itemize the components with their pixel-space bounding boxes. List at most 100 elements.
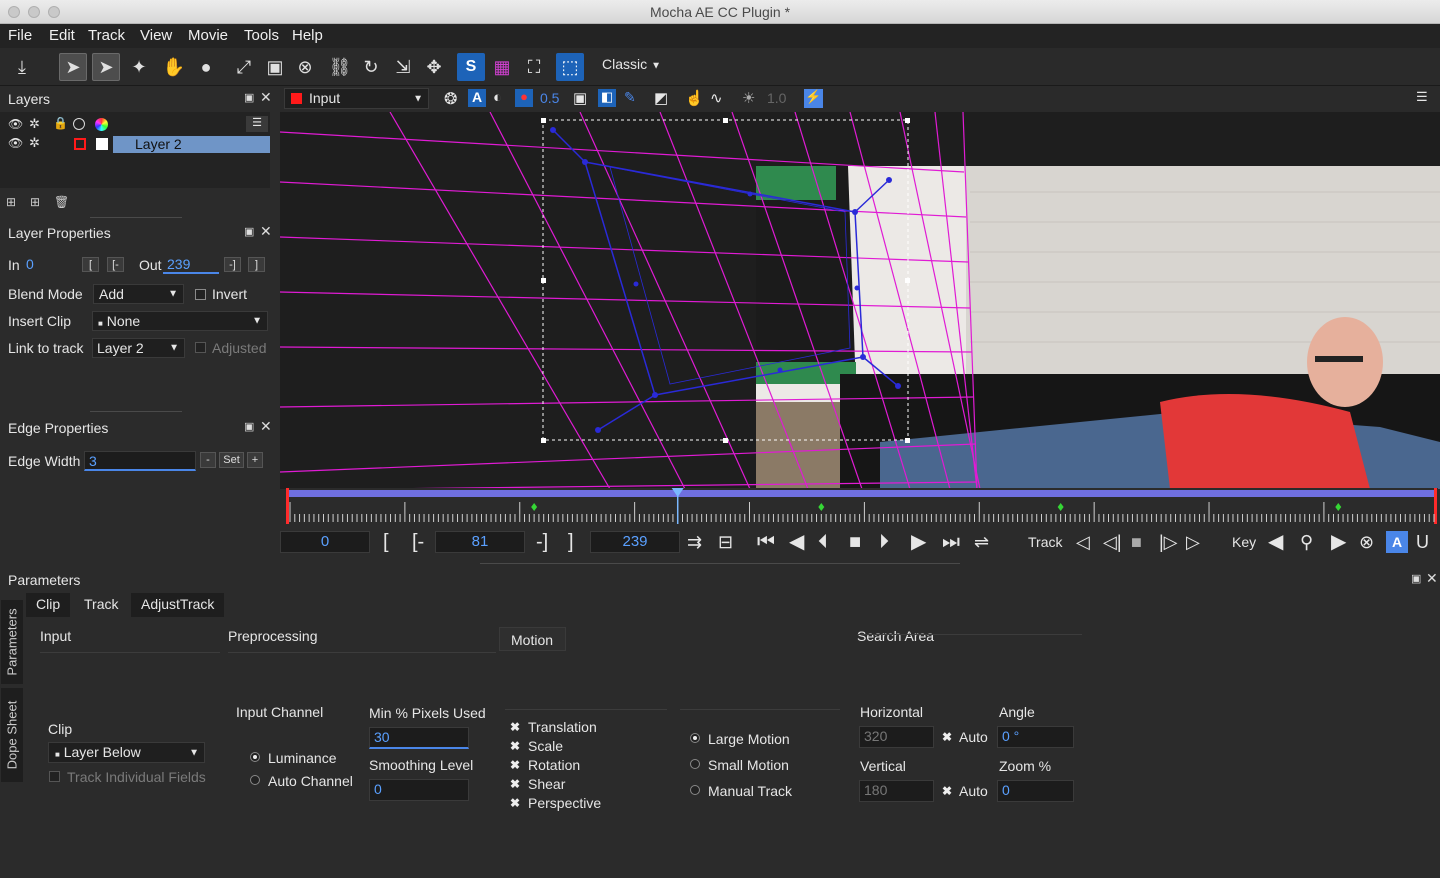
layer-menu-icon[interactable]: ☰	[246, 116, 268, 132]
alpha-view-icon[interactable]: A	[468, 89, 486, 107]
track-forward-one-icon[interactable]: |▷	[1159, 528, 1178, 556]
pick-bezier-tool-icon[interactable]: ➤	[92, 53, 120, 81]
float-panel-icon[interactable]: ▣	[1411, 572, 1421, 585]
timeline-canvas[interactable]	[286, 488, 1438, 524]
menu-track[interactable]: Track	[88, 27, 125, 44]
grid-toggle-icon[interactable]: ▦	[488, 53, 516, 81]
close-panel-icon[interactable]: ✕	[260, 418, 272, 435]
lut-toggle-icon[interactable]: ⚡	[804, 89, 823, 108]
set-out-point-button[interactable]: ]	[568, 528, 574, 556]
start-frame-field[interactable]: 0	[280, 531, 370, 553]
motion-blur-icon[interactable]: ∿	[710, 89, 723, 107]
stabilize-view-icon[interactable]: ⬚	[556, 53, 584, 81]
tab-adjust-track[interactable]: AdjustTrack	[131, 593, 225, 617]
layer-visibility-icon[interactable]: 👁	[8, 136, 23, 150]
out-point-field[interactable]: 239	[163, 255, 219, 274]
in-point-field[interactable]: 0	[22, 255, 76, 274]
luminance-radio[interactable]	[250, 752, 260, 762]
menu-help[interactable]: Help	[292, 27, 323, 44]
show-viewer-icon[interactable]: ▣	[573, 89, 587, 107]
large-motion-radio[interactable]	[690, 733, 700, 743]
edge-width-field[interactable]: 3	[84, 451, 196, 471]
workspace-dropdown[interactable]: Classic ▼	[596, 54, 666, 78]
autokey-icon[interactable]: A	[1386, 531, 1408, 553]
end-frame-field[interactable]: 239	[590, 531, 680, 553]
delete-layer-icon[interactable]: 🗑	[54, 195, 69, 209]
tab-dope-sheet[interactable]: Dope Sheet	[1, 688, 23, 782]
min-pixels-field[interactable]: 30	[369, 727, 469, 749]
float-panel-icon[interactable]: ▣	[244, 225, 254, 238]
auto-channel-radio[interactable]	[250, 775, 260, 785]
track-back-one-icon[interactable]: ◁|	[1103, 528, 1122, 556]
move-tool-icon[interactable]: ✥	[420, 53, 448, 81]
tab-clip[interactable]: Clip	[26, 593, 71, 617]
small-motion-radio[interactable]	[690, 759, 700, 769]
smoothing-field[interactable]: 0	[369, 779, 469, 801]
zoom-tool-icon[interactable]: ●	[192, 53, 220, 81]
viewer-canvas[interactable]	[280, 112, 1440, 489]
link-to-track-dropdown[interactable]: Layer 2 ▼	[92, 338, 185, 358]
layer-matte-swatch[interactable]	[96, 138, 108, 150]
scale-checkbox[interactable]: ✖	[510, 739, 520, 753]
reset-timeline-icon[interactable]: ⊟	[718, 528, 733, 556]
minimize-window-button[interactable]	[28, 6, 40, 18]
rgb-channels-icon[interactable]: ❂	[444, 89, 457, 109]
rotate-tool-icon[interactable]: ↻	[357, 53, 385, 81]
shear-checkbox[interactable]: ✖	[510, 777, 520, 791]
rotation-checkbox[interactable]: ✖	[510, 758, 520, 772]
close-window-button[interactable]	[8, 6, 20, 18]
save-download-icon[interactable]: ⤓	[8, 53, 36, 81]
goto-end-icon[interactable]: ⏭	[942, 528, 960, 556]
close-panel-icon[interactable]: ✕	[260, 89, 272, 106]
brightness-icon[interactable]: ☀	[742, 89, 755, 107]
layer-color-swatch[interactable]	[74, 138, 86, 150]
adjusted-checkbox[interactable]	[195, 342, 206, 353]
manual-track-radio[interactable]	[690, 785, 700, 795]
brightness-value[interactable]: 1.0	[767, 90, 786, 106]
zoom-window-button[interactable]	[48, 6, 60, 18]
view-source-dropdown[interactable]: Input ▼	[284, 88, 429, 109]
hand-tool-icon[interactable]: ✋	[160, 53, 188, 81]
blend-mode-dropdown[interactable]: Add ▼	[93, 284, 184, 304]
fit-view-icon[interactable]: ⛶	[520, 53, 548, 81]
goto-out-button[interactable]: -]	[224, 257, 241, 272]
rect-spline-tool-icon[interactable]: ▣	[261, 53, 289, 81]
vertical-field[interactable]: 180	[859, 780, 934, 802]
tab-parameters-side[interactable]: Parameters	[1, 600, 23, 684]
menu-view[interactable]: View	[140, 27, 172, 44]
set-in-point-button[interactable]: [	[383, 528, 389, 556]
goto-in-point-button[interactable]: [-	[412, 528, 424, 556]
track-backwards-icon[interactable]: ◁	[1076, 528, 1090, 556]
scale-tool-icon[interactable]: ⇲	[389, 53, 417, 81]
overlay-toggle-icon[interactable]: ◧	[598, 89, 616, 107]
viewer-menu-icon[interactable]: ☰	[1416, 89, 1428, 105]
menu-tools[interactable]: Tools	[244, 27, 279, 44]
play-backwards-icon[interactable]: ◀	[789, 528, 804, 556]
timeline-bar[interactable]	[286, 488, 1438, 524]
close-panel-icon[interactable]: ✕	[260, 223, 272, 240]
play-forwards-icon[interactable]: ▶	[911, 528, 926, 556]
delete-keys-icon[interactable]: ⊗	[1359, 528, 1374, 556]
magnet-icon[interactable]: U	[1416, 528, 1429, 556]
overlay-opacity-value[interactable]: 0.5	[540, 90, 559, 106]
float-panel-icon[interactable]: ▣	[244, 91, 254, 104]
goto-in-button[interactable]: [-	[107, 257, 124, 272]
layer-outlines-icon[interactable]: ●	[515, 89, 533, 107]
surface-toggle-icon[interactable]: S	[457, 53, 485, 81]
zoom-timeline-icon[interactable]: ⇉	[687, 528, 702, 556]
layer-row[interactable]: 👁 ✲ Layer 2	[0, 135, 270, 154]
pick-tool-icon[interactable]: ➤	[59, 53, 87, 81]
x-spline-tool-icon[interactable]: ⤢	[230, 53, 258, 81]
edge-width-plus-button[interactable]: +	[247, 452, 263, 468]
layer-name[interactable]: Layer 2	[113, 136, 270, 153]
insert-clip-dropdown[interactable]: ■ None ▼	[92, 311, 268, 331]
duplicate-layer-icon[interactable]: ⊞	[30, 195, 40, 209]
horizontal-field[interactable]: 320	[859, 726, 934, 748]
prev-key-icon[interactable]: ◀	[1268, 528, 1283, 556]
set-in-button[interactable]: [	[82, 257, 99, 272]
translation-checkbox[interactable]: ✖	[510, 720, 520, 734]
menu-file[interactable]: File	[8, 27, 32, 44]
menu-movie[interactable]: Movie	[188, 27, 228, 44]
clip-viewer[interactable]	[280, 112, 1440, 489]
vertical-auto-checkbox[interactable]: ✖	[942, 784, 952, 798]
